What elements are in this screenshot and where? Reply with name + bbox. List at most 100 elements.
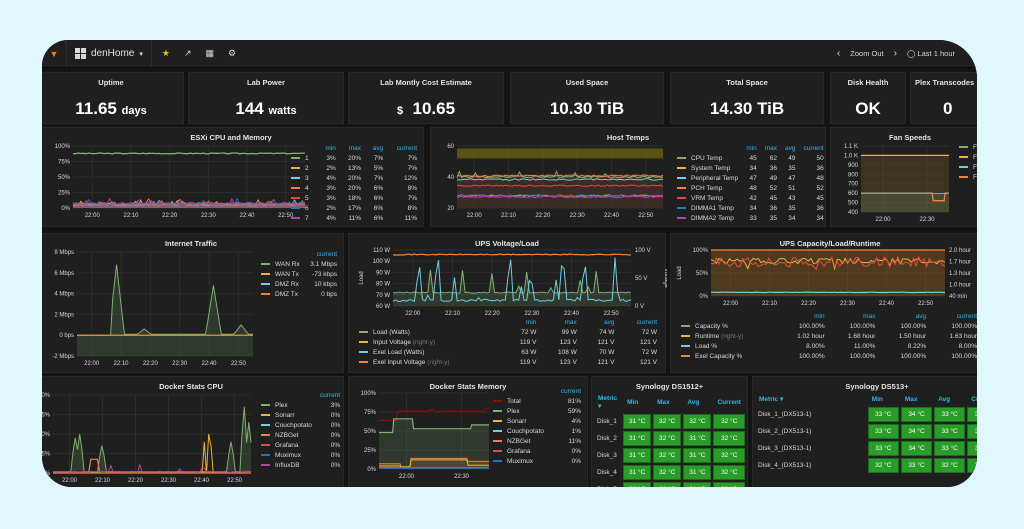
legend-header[interactable]: min — [778, 312, 829, 321]
column-header[interactable]: Avg — [934, 393, 965, 405]
legend-item[interactable]: Plex 3% — [257, 400, 344, 410]
legend-item[interactable]: 5 3% 18% 6% 7% — [287, 193, 421, 203]
legend-item[interactable]: Exel Capacity % 100.00% 100.00% 100.00% 100.… — [677, 351, 977, 361]
legend-header[interactable]: current — [554, 387, 585, 396]
stat-panel-used-space[interactable]: Used Space 10.30 TiB — [510, 72, 664, 124]
legend-item[interactable]: Fan A — [955, 172, 977, 182]
stat-panel-cost-estimate[interactable]: Lab Montly Cost Estimate $ 10.65 — [348, 72, 504, 124]
legend-header[interactable]: avg — [781, 144, 799, 153]
panel-internet-traffic[interactable]: Internet Traffic -2 Mbps 0 bps 2 Mbps 4 Mbps… — [42, 233, 344, 373]
legend-item[interactable]: Exel Input Voltage (right-y) 119 V 123 V 12… — [355, 357, 661, 367]
column-header[interactable]: Current — [713, 393, 745, 412]
legend-item[interactable]: DMZ Tx 0 bps — [257, 289, 341, 299]
legend-item[interactable]: CPU Temp 45 62 49 50 — [673, 153, 828, 163]
legend-item[interactable]: Capacity % 100.00% 100.00% 100.00% 100.00% — [677, 321, 977, 331]
panel-fan-speeds[interactable]: Fan Speeds 400 500 600 700 800 900 1.0 K 1.1 K 22… — [830, 127, 977, 227]
legend-header[interactable]: min — [742, 144, 760, 153]
legend-item[interactable]: 6 2% 17% 6% 8% — [287, 203, 421, 213]
panel-ups-voltage-load[interactable]: UPS Voltage/Load 60 W 70 W 80 W 90 W 100 W 110… — [348, 233, 667, 373]
legend-item[interactable]: Sonarr 0% — [257, 410, 344, 420]
legend-item[interactable]: NZBGet 0% — [257, 430, 344, 440]
legend-item[interactable]: 4 3% 20% 6% 8% — [287, 183, 421, 193]
sort-metric-header[interactable]: Metric ▾ — [594, 393, 621, 412]
legend-header[interactable]: avg — [581, 318, 619, 327]
legend-item[interactable]: Runtime (right-y) 1.02 hour 1.68 hour 1.50 … — [677, 331, 977, 341]
legend-item[interactable]: WAN Tx -73 kbps — [257, 269, 341, 279]
panel-synology-ds1512[interactable]: Synology DS1512+ Metric ▾ Min Max Avg Current… — [591, 376, 748, 487]
legend-item[interactable]: Muximux 0% — [489, 456, 585, 466]
stat-panel-disk-health[interactable]: Disk Health OK — [830, 72, 906, 124]
legend-item[interactable]: Peripheral Temp 47 49 47 48 — [673, 173, 828, 183]
dashboard-picker[interactable]: denHome ▾ — [67, 40, 151, 67]
panel-docker-stats-memory[interactable]: Docker Stats Memory 0% 25% 50% 75% 100% 22:00 2… — [348, 376, 588, 487]
zoom-out-button[interactable]: Zoom Out — [850, 49, 883, 58]
legend-header[interactable]: current — [316, 391, 344, 400]
legend-header[interactable]: max — [340, 144, 365, 153]
legend-header[interactable]: min — [318, 144, 340, 153]
stat-panel-total-space[interactable]: Total Space 14.30 TiB — [670, 72, 824, 124]
legend-item[interactable]: VRM Temp 42 45 43 45 — [673, 193, 828, 203]
time-picker[interactable]: ◯ Last 1 hour — [907, 49, 955, 58]
legend-item[interactable]: Total 81% — [489, 396, 585, 406]
legend-item[interactable]: DIMMA2 Temp 33 35 34 34 — [673, 213, 828, 223]
legend-item[interactable]: Load % 8.00% 11.00% 8.22% 8.00% — [677, 341, 977, 351]
stat-panel-plex-transcodes[interactable]: Plex Transcodes 0 — [910, 72, 977, 124]
legend-header[interactable]: avg — [879, 312, 930, 321]
legend-header[interactable]: current — [799, 144, 827, 153]
legend-item[interactable]: Load (Watts) 72 W 99 W 74 W 72 W — [355, 327, 661, 337]
legend-item[interactable]: System Temp 34 36 35 36 — [673, 163, 828, 173]
legend-item[interactable]: Fan 2 — [955, 142, 977, 152]
legend-item[interactable]: Muximux 0% — [257, 450, 344, 460]
legend-header[interactable]: current — [305, 250, 341, 259]
legend-item[interactable]: DMZ Rx 10 kbps — [257, 279, 341, 289]
stat-panel-uptime[interactable]: Uptime 11.65 days — [42, 72, 184, 124]
legend-header[interactable]: current — [930, 312, 977, 321]
stat-panel-lab-power[interactable]: Lab Power 144 watts — [188, 72, 344, 124]
legend-header[interactable]: max — [829, 312, 880, 321]
panel-docker-stats-cpu[interactable]: Docker Stats CPU 0% 5% 10% 15% 20% 22:00 22:10 2… — [42, 376, 344, 487]
legend-item[interactable]: Grafana 0% — [489, 446, 585, 456]
legend-header[interactable]: avg — [365, 144, 387, 153]
legend-item[interactable]: Couchpotato 0% — [257, 420, 344, 430]
legend-item[interactable]: 3 4% 20% 7% 12% — [287, 173, 421, 183]
legend-item[interactable]: DIMMA1 Temp 34 36 35 36 — [673, 203, 828, 213]
legend-item[interactable]: Plex 59% — [489, 406, 585, 416]
legend-item[interactable]: 7 4% 11% 6% 11% — [287, 213, 421, 223]
legend-item[interactable]: 2 2% 13% 5% 7% — [287, 163, 421, 173]
panel-host-temps[interactable]: Host Temps 20 40 60 22:00 22:10 22:20 22:30 22:4… — [430, 127, 826, 227]
panel-esxi-cpu-memory[interactable]: ESXi CPU and Memory 0% 25% 50% 75% 100% 22:00 2… — [42, 127, 424, 227]
legend-item[interactable]: Sonarr 4% — [489, 416, 585, 426]
legend-item[interactable]: NZBGet 11% — [489, 436, 585, 446]
legend-item[interactable]: Fan 4 — [955, 162, 977, 172]
sort-metric-header[interactable]: Metric ▾ — [755, 393, 866, 405]
chevron-right-icon[interactable]: › — [894, 48, 897, 59]
gear-icon[interactable]: ⚙ — [228, 48, 236, 59]
star-icon[interactable]: ★ — [162, 48, 170, 59]
panel-synology-ds513[interactable]: Synology DS513+ Metric ▾MinMaxAvgCurrent D… — [752, 376, 977, 487]
legend-item[interactable]: WAN Rx 3.1 Mbps — [257, 259, 341, 269]
legend-item[interactable]: PCH Temp 48 52 51 52 — [673, 183, 828, 193]
column-header[interactable]: Min — [868, 393, 899, 405]
legend-header[interactable]: current — [387, 144, 421, 153]
legend-header[interactable]: current — [618, 318, 661, 327]
chevron-left-icon[interactable]: ‹ — [837, 48, 840, 59]
legend-item[interactable]: Couchpotato 1% — [489, 426, 585, 436]
panel-ups-capacity-load-runtime[interactable]: UPS Capacity/Load/Runtime 0% 50% 100% 40 min… — [670, 233, 977, 373]
save-icon[interactable]: ▦ — [206, 48, 215, 59]
share-icon[interactable]: ↗ — [184, 48, 192, 59]
column-header[interactable]: Max — [653, 393, 681, 412]
grafana-logo-icon[interactable]: ▼ — [42, 40, 66, 67]
legend-header[interactable]: min — [504, 318, 541, 327]
column-header[interactable]: Avg — [683, 393, 711, 412]
column-header[interactable]: Max — [901, 393, 932, 405]
legend-item[interactable]: Fan 3 — [955, 152, 977, 162]
legend-item[interactable]: InfluxDB 0% — [257, 460, 344, 470]
column-header[interactable]: Min — [623, 393, 651, 412]
legend-item[interactable]: Grafana 0% — [257, 440, 344, 450]
legend-header[interactable]: max — [540, 318, 580, 327]
legend-item[interactable]: 1 3% 20% 7% 7% — [287, 153, 421, 163]
legend-header[interactable]: max — [761, 144, 781, 153]
legend-item[interactable]: Input Voltage (right-y) 119 V 123 V 121 V 12… — [355, 337, 661, 347]
legend-item[interactable]: Exel Load (Watts) 63 W 108 W 70 W 72 W — [355, 347, 661, 357]
column-header[interactable]: Current — [967, 393, 977, 405]
